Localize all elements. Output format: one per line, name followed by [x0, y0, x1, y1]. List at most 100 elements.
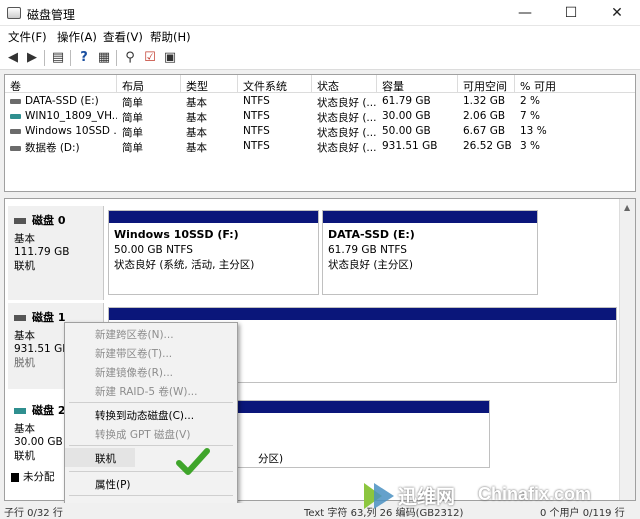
disk-2-name: 磁盘 2 — [32, 404, 66, 417]
menu-convert-to-dynamic[interactable]: 转换到动态磁盘(C)... — [65, 405, 237, 424]
column-header-status[interactable]: 状态 — [312, 75, 377, 93]
partition-data-ssd[interactable]: DATA-SSD (E:) 61.79 GB NTFS 状态良好 (主分区) — [322, 210, 538, 295]
partition-status: 状态良好 (系统, 活动, 主分区) — [114, 259, 255, 271]
rescan-icon[interactable]: ▣ — [162, 50, 178, 66]
vertical-scrollbar[interactable]: ▲ — [619, 199, 635, 500]
volume-layout: 简单 — [122, 127, 143, 139]
legend-swatch — [11, 472, 19, 482]
volume-icon — [10, 113, 21, 119]
volume-name: WIN10_1809_VH... — [5, 110, 117, 125]
volume-icon — [10, 98, 21, 104]
table-row[interactable]: WIN10_1809_VH... 简单 基本 NTFS 状态良好 (... 30… — [5, 110, 635, 125]
partition-status: 状态良好 (主分区) — [328, 259, 414, 271]
partition-name: DATA-SSD (E:) — [328, 228, 415, 241]
volume-name: DATA-SSD (E:) — [5, 95, 117, 110]
column-header-free[interactable]: 可用空间 — [458, 75, 515, 93]
partition-bar — [323, 211, 537, 223]
volume-free: 2.06 GB — [463, 110, 506, 122]
disk-1-name: 磁盘 1 — [32, 311, 66, 324]
disk-icon — [14, 408, 26, 414]
disk-0-info[interactable]: 磁盘 0 基本 111.79 GB 联机 — [8, 206, 104, 300]
volume-free: 26.52 GB — [463, 140, 512, 152]
menu-separator — [69, 402, 233, 403]
check-mark-icon — [176, 448, 210, 475]
volume-percent: 7 % — [520, 110, 540, 122]
connect-icon[interactable]: ⚲ — [122, 50, 138, 66]
properties-icon[interactable]: ▦ — [96, 50, 112, 66]
legend-label: 未分配 — [23, 471, 55, 483]
menu-file[interactable]: 文件(F) — [8, 29, 47, 45]
volume-free: 6.67 GB — [463, 125, 506, 137]
scroll-up-icon[interactable]: ▲ — [624, 203, 630, 212]
disk-icon — [14, 218, 26, 224]
forward-arrow-icon[interactable]: ▶ — [24, 50, 40, 66]
menu-new-striped-volume[interactable]: 新建带区卷(T)... — [65, 343, 237, 362]
table-row[interactable]: Windows 10SSD ... 简单 基本 NTFS 状态良好 (... 5… — [5, 125, 635, 140]
volume-capacity: 931.51 GB — [382, 140, 438, 152]
menu-bar: 文件(F) 操作(A) 查看(V) 帮助(H) — [0, 26, 640, 46]
menu-new-raid5-volume[interactable]: 新建 RAID-5 卷(W)... — [65, 381, 237, 400]
volume-icon — [10, 145, 21, 151]
column-header-type[interactable]: 类型 — [181, 75, 238, 93]
partition-size: 61.79 GB NTFS — [328, 244, 407, 256]
watermark-brand-en: Chinafix.com — [478, 484, 592, 504]
volume-percent: 2 % — [520, 95, 540, 107]
context-menu: 新建跨区卷(N)... 新建带区卷(T)... 新建镜像卷(R)... 新建 R… — [64, 322, 238, 519]
volume-type: 基本 — [186, 142, 207, 154]
menu-view[interactable]: 查看(V) — [103, 29, 143, 45]
back-arrow-icon[interactable]: ◀ — [5, 50, 21, 66]
column-header-layout[interactable]: 布局 — [117, 75, 181, 93]
status-left: 子行 0/32 行 — [4, 508, 63, 519]
volume-name: 数据卷 (D:) — [5, 140, 117, 155]
minimize-button[interactable]: — — [502, 0, 548, 26]
partition-size: 50.00 GB NTFS — [114, 244, 193, 256]
menu-new-spanned-volume[interactable]: 新建跨区卷(N)... — [65, 324, 237, 343]
column-header-filesystem[interactable]: 文件系统 — [238, 75, 312, 93]
window-title: 磁盘管理 — [27, 8, 76, 22]
volume-name-text: WIN10_1809_VH... — [25, 110, 117, 122]
menu-help[interactable]: 帮助(H) — [150, 29, 191, 45]
column-header-volume[interactable]: 卷 — [5, 75, 117, 93]
table-row[interactable]: 数据卷 (D:) 简单 基本 NTFS 状态良好 (... 931.51 GB … — [5, 140, 635, 155]
column-header-percent[interactable]: % 可用 — [515, 75, 635, 93]
volume-name-text: DATA-SSD (E:) — [25, 95, 99, 107]
checklist-icon[interactable]: ☑ — [142, 50, 158, 66]
toolbar-separator — [44, 50, 45, 66]
help-icon[interactable]: ? — [76, 50, 92, 66]
toolbar-separator — [116, 50, 117, 66]
console-tree-icon[interactable]: ▤ — [50, 50, 66, 66]
menu-convert-to-gpt[interactable]: 转换成 GPT 磁盘(V) — [65, 424, 237, 443]
volume-capacity: 30.00 GB — [382, 110, 431, 122]
volume-name-text: Windows 10SSD ... — [25, 125, 117, 137]
volume-free: 1.32 GB — [463, 95, 506, 107]
partition-bar — [109, 308, 616, 320]
table-row[interactable]: DATA-SSD (E:) 简单 基本 NTFS 状态良好 (... 61.79… — [5, 95, 635, 110]
volume-type: 基本 — [186, 127, 207, 139]
close-button[interactable]: ✕ — [594, 0, 640, 26]
partition-windows-10ssd[interactable]: Windows 10SSD (F:) 50.00 GB NTFS 状态良好 (系… — [108, 210, 319, 295]
column-header-capacity[interactable]: 容量 — [377, 75, 458, 93]
toolbar-separator — [70, 50, 71, 66]
title-bar: 磁盘管理 — ☐ ✕ — [0, 0, 640, 26]
menu-properties[interactable]: 属性(P) — [65, 474, 237, 493]
menu-new-mirrored-volume[interactable]: 新建镜像卷(R)... — [65, 362, 237, 381]
maximize-button[interactable]: ☐ — [548, 0, 594, 26]
volume-status: 状态良好 (... — [317, 112, 377, 124]
volume-percent: 3 % — [520, 140, 540, 152]
watermark: 迅维网 Chinafix.com — [362, 478, 640, 514]
menu-online[interactable]: 联机 — [65, 448, 135, 467]
partition-disk-2[interactable]: 分区) — [235, 400, 490, 468]
volume-list: 卷 布局 类型 文件系统 状态 容量 可用空间 % 可用 DATA-SSD (E… — [4, 74, 636, 192]
volume-type: 基本 — [186, 112, 207, 124]
volume-icon — [10, 128, 21, 134]
volume-layout: 简单 — [122, 112, 143, 124]
volume-name: Windows 10SSD ... — [5, 125, 117, 140]
disk-icon — [14, 315, 26, 321]
volume-capacity: 61.79 GB — [382, 95, 431, 107]
volume-status: 状态良好 (... — [317, 127, 377, 139]
disk-0-type: 基本 — [14, 233, 35, 245]
volume-capacity: 50.00 GB — [382, 125, 431, 137]
volume-fs: NTFS — [243, 95, 270, 107]
menu-action[interactable]: 操作(A) — [57, 29, 97, 45]
partition-bar — [109, 211, 318, 223]
